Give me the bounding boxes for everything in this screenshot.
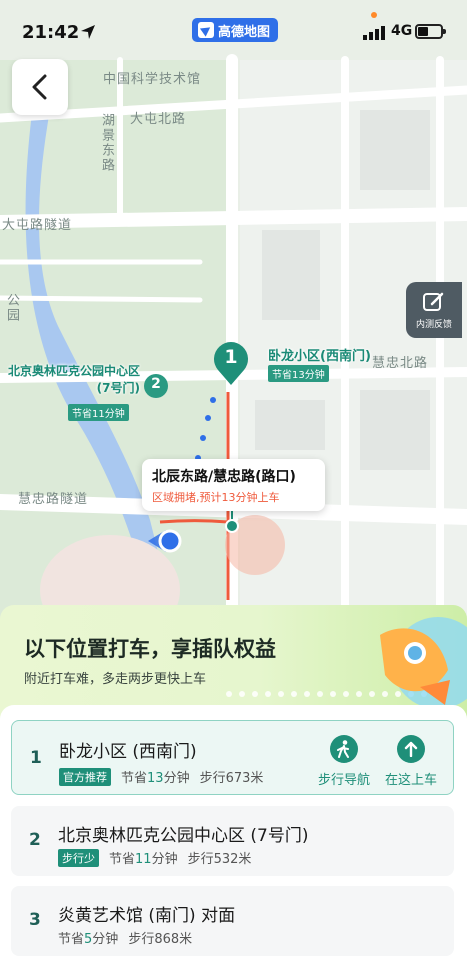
arrow-up-icon [397, 735, 425, 763]
feedback-label: 内测反馈 [415, 320, 452, 330]
app-badge[interactable]: 高德地图 [192, 18, 279, 42]
map-view[interactable]: 中国科学技术馆 大屯北路 湖景东路 大屯路隧道 公园 慧忠北路 慧忠路隧道 21… [0, 0, 467, 640]
network-type: 4G [391, 23, 413, 39]
map-label-tunnel-top: 大屯路隧道 [2, 218, 73, 233]
save-unit: 分钟 [163, 771, 190, 786]
carousel-dot [239, 691, 245, 697]
app-badge-label: 高德地图 [218, 24, 271, 40]
list-item-2[interactable]: 2 北京奥林匹克公园中心区 (7号门) 步行少 节省11分钟 步行532米 [11, 806, 454, 876]
map-base [0, 54, 467, 640]
map-label-park: 公园 [4, 293, 19, 323]
map-label-museum: 中国科学技术馆 [103, 72, 202, 87]
feedback-button[interactable]: 内测反馈 [406, 282, 462, 338]
walk-distance: 步行532米 [187, 852, 252, 867]
less-walk-badge: 步行少 [58, 848, 99, 867]
battery-icon [415, 24, 446, 39]
map-pin-2[interactable]: 2 [143, 373, 169, 403]
promo-subtitle: 附近打车难，多走两步更快上车 [24, 672, 207, 687]
list-index: 3 [29, 910, 41, 930]
list-item-3[interactable]: 3 炎黄艺术馆 (南门) 对面 节省5分钟 步行868米 [11, 886, 454, 956]
chevron-left-icon [32, 74, 47, 100]
save-unit: 分钟 [151, 852, 178, 867]
pickup-tooltip[interactable]: 北辰东路/慧忠路(路口) 区域拥堵,预计13分钟上车 [142, 459, 325, 511]
pin-label-1: 卧龙小区(西南门) [268, 349, 371, 364]
list-item-1[interactable]: 1 卧龙小区 (西南门) 官方推荐 节省13分钟 步行673米 步行导航 在这上… [11, 720, 454, 795]
save-unit: 分钟 [92, 932, 119, 947]
carousel-dot [265, 691, 271, 697]
board-here-label: 在这上车 [385, 773, 438, 788]
signal-icon [363, 26, 385, 40]
tooltip-note: 区域拥堵,预计13分钟上车 [152, 491, 280, 504]
walk-navigation-button[interactable]: 步行导航 [318, 735, 370, 788]
save-prefix: 节省 [109, 852, 136, 867]
carousel-dot [291, 691, 297, 697]
promo-title: 以下位置打车，享插队权益 [24, 637, 276, 661]
walk-navigation-label: 步行导航 [318, 773, 371, 788]
rocket-icon [380, 617, 467, 709]
pin-label-2: 北京奥林匹克公园中心区(7号门) [7, 364, 140, 395]
privacy-dot-icon [371, 12, 377, 18]
clock: 21:42 [22, 22, 80, 43]
time-saved: 节省5分钟 [58, 928, 118, 947]
edit-icon [423, 292, 444, 311]
save-number: 13 [147, 771, 164, 786]
location-name: 北京奥林匹克公园中心区 (7号门) [58, 826, 309, 846]
list-index: 1 [30, 748, 42, 768]
location-name: 卧龙小区 (西南门) [59, 742, 197, 762]
map-pin-1[interactable]: 1 [212, 340, 250, 386]
save-number: 11 [135, 852, 152, 867]
carousel-dot [343, 691, 349, 697]
location-meta: 节省5分钟 步行868米 [58, 928, 192, 947]
pin-save-chip-1: 节省13分钟 [268, 365, 329, 382]
location-meta: 步行少 节省11分钟 步行532米 [58, 848, 251, 867]
tooltip-title: 北辰东路/慧忠路(路口) [152, 469, 296, 485]
back-button[interactable] [12, 59, 68, 115]
carousel-dot [278, 691, 284, 697]
walk-distance: 步行673米 [199, 771, 264, 786]
map-label-datun-road: 大屯北路 [130, 112, 187, 127]
map-label-huizhong-north: 慧忠北路 [372, 356, 429, 371]
map-label-huizhong-tunnel: 慧忠路隧道 [18, 492, 89, 507]
time-saved: 节省13分钟 [121, 767, 190, 786]
time-saved: 节省11分钟 [109, 848, 178, 867]
walk-distance: 步行868米 [128, 932, 193, 947]
carousel-dot [330, 691, 336, 697]
save-prefix: 节省 [58, 932, 85, 947]
location-meta: 官方推荐 节省13分钟 步行673米 [59, 767, 263, 786]
list-index: 2 [29, 830, 41, 850]
pickup-list: 1 卧龙小区 (西南门) 官方推荐 节省13分钟 步行673米 步行导航 在这上… [0, 705, 467, 972]
location-name: 炎黄艺术馆 (南门) 对面 [58, 906, 236, 926]
walking-person-icon [330, 735, 358, 763]
carousel-dot [304, 691, 310, 697]
save-prefix: 节省 [121, 771, 148, 786]
board-here-button[interactable]: 在这上车 [385, 735, 437, 788]
map-label-hujing-road: 湖景东路 [99, 113, 114, 173]
recommend-badge: 官方推荐 [59, 767, 111, 786]
pin-number: 1 [224, 346, 238, 368]
location-arrow-icon [81, 25, 95, 39]
carousel-dot [317, 691, 323, 697]
carousel-dot [226, 691, 232, 697]
status-bar: 21:42 高德地图 4G [0, 0, 467, 62]
pin-save-chip-2: 节省11分钟 [68, 404, 129, 421]
pin-number: 2 [151, 376, 161, 392]
carousel-dot [252, 691, 258, 697]
amap-logo-icon [198, 22, 214, 38]
